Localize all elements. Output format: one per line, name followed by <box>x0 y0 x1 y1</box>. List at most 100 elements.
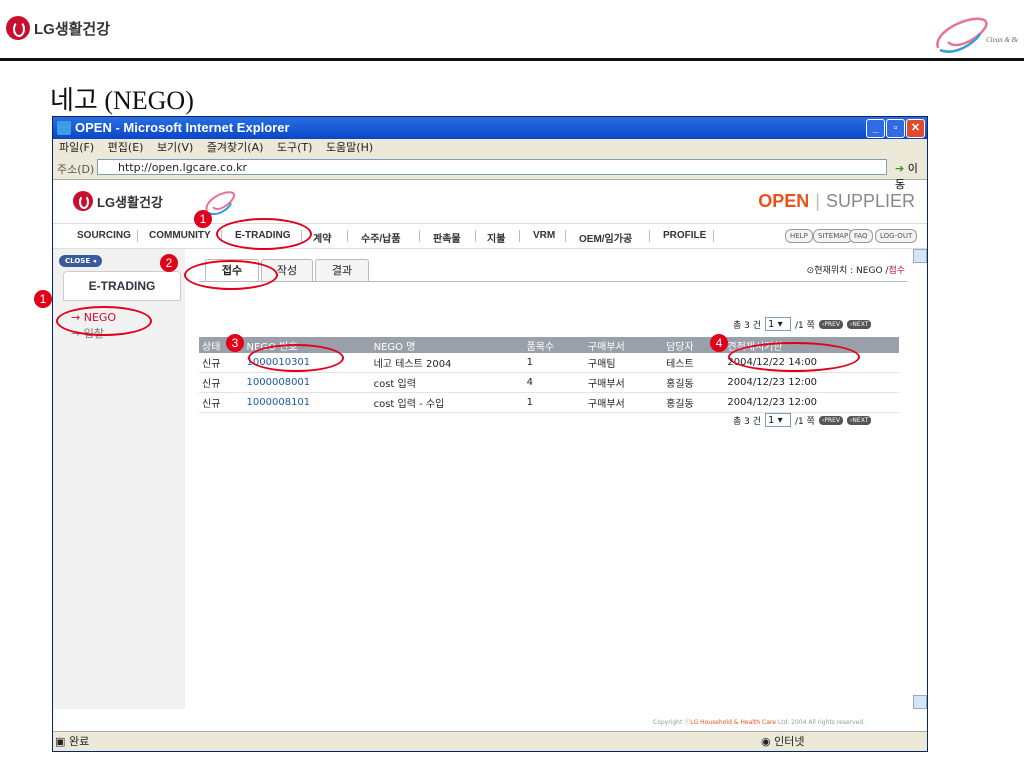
page-select[interactable]: 1 ▾ <box>765 413 792 427</box>
menu-file[interactable]: 파일(F) <box>59 141 94 154</box>
clean-beautiful-logo: Clean & Beautiful <box>936 17 1018 53</box>
annotation-badge-1b: 1 <box>34 290 52 308</box>
breadcrumb: ⊙현재위치 : NEGO /접수 <box>806 266 905 276</box>
page-select-value: 1 <box>768 319 775 330</box>
pager-total: 총 3 건 <box>733 320 762 331</box>
nav-contract[interactable]: 계약 <box>313 230 331 245</box>
logout-button[interactable]: LOG-OUT <box>875 229 918 243</box>
security-zone: ◉ 인터넷 <box>761 732 804 751</box>
cell-deadline: 2004/12/23 12:00 <box>724 372 899 393</box>
highlight-deadline <box>728 342 860 372</box>
pager-top: 총 3 건 1 ▾ /1 쪽 ‹PREV ›NEXT <box>733 317 872 331</box>
close-sidebar-button[interactable]: CLOSE ◂ <box>59 255 103 267</box>
site-logo-text: LG생활건강 <box>97 194 163 210</box>
cell-dept: 구매팀 <box>584 353 664 373</box>
window-title: OPEN - Microsoft Internet Explorer <box>75 120 290 135</box>
globe-icon: ◉ <box>761 735 771 748</box>
annotation-badge-4: 4 <box>710 334 728 352</box>
cell-item-count: 1 <box>523 353 585 373</box>
prev-label: PREV <box>824 320 841 328</box>
sitemap-button[interactable]: SITEMAP <box>813 229 854 243</box>
brand-open: OPEN <box>758 191 810 211</box>
prev-button[interactable]: ‹PREV <box>818 319 844 329</box>
site-logo[interactable]: LG생활건강 <box>73 191 163 211</box>
table-row: 신규 1000008001 cost 입력 4 구매부서 홍길동 2004/12… <box>199 372 899 393</box>
page-select[interactable]: 1 ▾ <box>765 317 792 331</box>
menu-view[interactable]: 보기(V) <box>157 141 193 154</box>
prev-label: PREV <box>824 416 841 424</box>
cell-dept: 구매부서 <box>584 392 664 413</box>
breadcrumb-current: 접수 <box>888 266 905 276</box>
pager-bottom: 총 3 건 1 ▾ /1 쪽 ‹PREV ›NEXT <box>733 413 872 427</box>
next-label: NEXT <box>852 416 869 424</box>
lg-logo-icon <box>6 16 30 40</box>
highlight-sidebar-nego <box>56 306 152 336</box>
highlight-tab-receive <box>184 260 278 290</box>
window-titlebar: OPEN - Microsoft Internet Explorer _ ▫ ✕ <box>53 117 927 139</box>
pager-unit: /1 쪽 <box>795 320 815 331</box>
next-button[interactable]: ›NEXT <box>847 319 872 329</box>
main-content: 접수 작성 결과 ⊙현재위치 : NEGO /접수 총 3 건 1 ▾ /1 쪽… <box>187 249 927 709</box>
cell-dept: 구매부서 <box>584 372 664 393</box>
cell-status: 신규 <box>199 353 244 373</box>
nav-promotion[interactable]: 판촉물 <box>433 230 461 245</box>
nav-vrm[interactable]: VRM <box>533 230 555 241</box>
table-row: 신규 1000008101 cost 입력 - 수입 1 구매부서 홍길동 20… <box>199 392 899 413</box>
maximize-button[interactable]: ▫ <box>886 119 905 138</box>
nav-order-delivery[interactable]: 수주/납품 <box>361 230 401 245</box>
pager-unit: /1 쪽 <box>795 416 815 427</box>
nav-community[interactable]: COMMUNITY <box>149 230 211 241</box>
ie-icon <box>57 121 71 135</box>
chevron-down-icon: ▾ <box>777 415 783 426</box>
status-bar: ▣ 완료 ◉ 인터넷 <box>53 731 927 751</box>
nego-number-link[interactable]: 1000008001 <box>243 372 371 393</box>
address-input[interactable]: http://open.lgcare.co.kr <box>97 159 887 175</box>
tab-underline <box>199 281 907 282</box>
scroll-down-button[interactable] <box>913 695 927 709</box>
address-bar: 주소(D) http://open.lgcare.co.kr ➔ 이동 <box>53 157 927 191</box>
menu-favorites[interactable]: 즐겨찾기(A) <box>207 141 264 154</box>
help-button[interactable]: HELP <box>785 229 813 243</box>
next-label: NEXT <box>852 320 869 328</box>
nav-sourcing[interactable]: SOURCING <box>77 230 131 241</box>
brand-supplier: SUPPLIER <box>825 191 915 211</box>
menu-edit[interactable]: 편집(E) <box>108 141 144 154</box>
copyright-company: LG Household & Health Care <box>690 719 776 726</box>
cell-item-count: 1 <box>523 392 585 413</box>
page-select-value: 1 <box>768 415 775 426</box>
nav-profile[interactable]: PROFILE <box>663 230 706 241</box>
cell-manager: 홍길동 <box>663 372 725 393</box>
prev-button[interactable]: ‹PREV <box>818 415 844 425</box>
copyright: Copyright ⓒLG Household & Health Care Lt… <box>653 719 866 726</box>
cell-manager: 홍길동 <box>663 392 725 413</box>
web-page: LG생활건강 OPEN | SUPPLIER SOURCING COMMUNITY … <box>53 179 927 709</box>
page-icon: ▣ <box>55 735 66 748</box>
cell-status: 신규 <box>199 372 244 393</box>
breadcrumb-prefix: 현재위치 : NEGO / <box>814 266 889 276</box>
nego-number-link[interactable]: 1000008101 <box>243 392 371 413</box>
cell-manager: 테스트 <box>663 353 725 373</box>
circle-arrow-icon: ◂ <box>92 257 97 265</box>
nav-oem[interactable]: OEM/임가공 <box>579 230 632 245</box>
col-dept: 구매부서 <box>584 337 664 353</box>
menu-tools[interactable]: 도구(T) <box>277 141 313 154</box>
annotation-badge-3: 3 <box>226 334 244 352</box>
section-tab: E-TRADING <box>63 271 181 301</box>
nav-payment[interactable]: 지불 <box>487 230 505 245</box>
browser-window: OPEN - Microsoft Internet Explorer _ ▫ ✕… <box>52 116 928 752</box>
status-text: 완료 <box>69 735 90 748</box>
cell-nego-name: cost 입력 - 수입 <box>370 392 524 413</box>
tab-result[interactable]: 결과 <box>315 259 369 282</box>
go-arrow-icon: ➔ <box>895 162 905 175</box>
menu-help[interactable]: 도움말(H) <box>326 141 373 154</box>
cell-status: 신규 <box>199 392 244 413</box>
annotation-badge-2: 2 <box>160 254 178 272</box>
annotation-badge-1: 1 <box>194 210 212 228</box>
scroll-up-button[interactable] <box>913 249 927 263</box>
close-window-button[interactable]: ✕ <box>906 119 925 138</box>
next-button[interactable]: ›NEXT <box>847 415 872 425</box>
minimize-button[interactable]: _ <box>866 119 885 138</box>
faq-button[interactable]: FAQ <box>849 229 873 243</box>
highlight-nego-number <box>248 344 344 372</box>
top-navigation: SOURCING COMMUNITY E-TRADING 계약 수주/납품 판촉… <box>53 223 927 249</box>
